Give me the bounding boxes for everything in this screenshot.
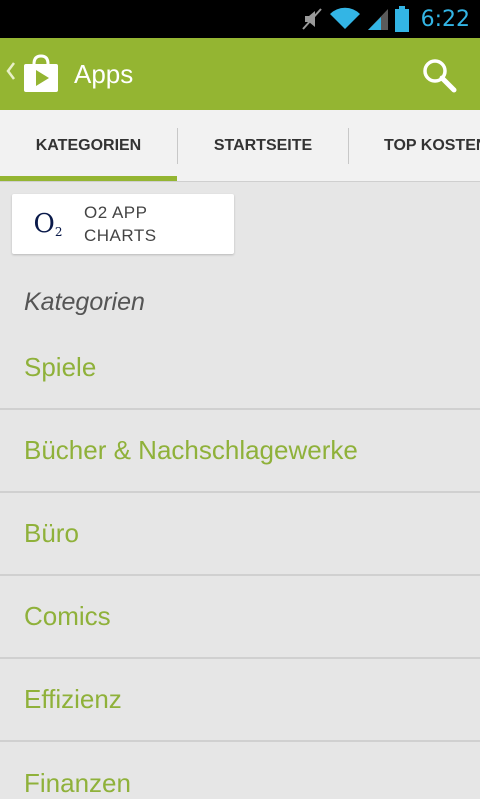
wifi-icon: [329, 7, 361, 31]
selected-tab-indicator: [0, 176, 177, 181]
o2-card-line2: CHARTS: [84, 226, 157, 245]
o2-logo: O2: [33, 209, 63, 239]
tab-top-kosten[interactable]: TOP KOSTEN: [349, 110, 480, 181]
o2-app-charts-card[interactable]: O2 O2 APP CHARTS: [12, 194, 234, 254]
o2-card-label: O2 APP CHARTS: [84, 201, 157, 247]
action-bar: Apps: [0, 38, 480, 110]
up-caret-icon[interactable]: [6, 61, 18, 87]
category-item-buecher[interactable]: Bücher & Nachschlagewerke: [0, 410, 480, 493]
category-list: Spiele Bücher & Nachschlagewerke Büro Co…: [0, 327, 480, 799]
category-item-effizienz[interactable]: Effizienz: [0, 659, 480, 742]
status-bar: 6:22: [0, 0, 480, 38]
play-store-icon[interactable]: [22, 54, 60, 94]
tab-kategorien[interactable]: KATEGORIEN: [0, 110, 177, 181]
search-icon[interactable]: [420, 56, 458, 94]
signal-icon: [367, 7, 389, 31]
tab-strip: KATEGORIEN STARTSEITE TOP KOSTEN: [0, 110, 480, 182]
category-item-buero[interactable]: Büro: [0, 493, 480, 576]
battery-icon: [394, 6, 409, 32]
category-item-finanzen[interactable]: Finanzen: [0, 742, 480, 799]
category-item-comics[interactable]: Comics: [0, 576, 480, 659]
status-time: 6:22: [420, 6, 470, 32]
o2-card-line1: O2 APP: [84, 203, 148, 222]
action-bar-title: Apps: [74, 58, 134, 89]
section-heading: Kategorien: [24, 288, 145, 316]
tab-startseite[interactable]: STARTSEITE: [178, 110, 348, 181]
mute-icon: [301, 7, 323, 31]
category-item-spiele[interactable]: Spiele: [0, 327, 480, 410]
